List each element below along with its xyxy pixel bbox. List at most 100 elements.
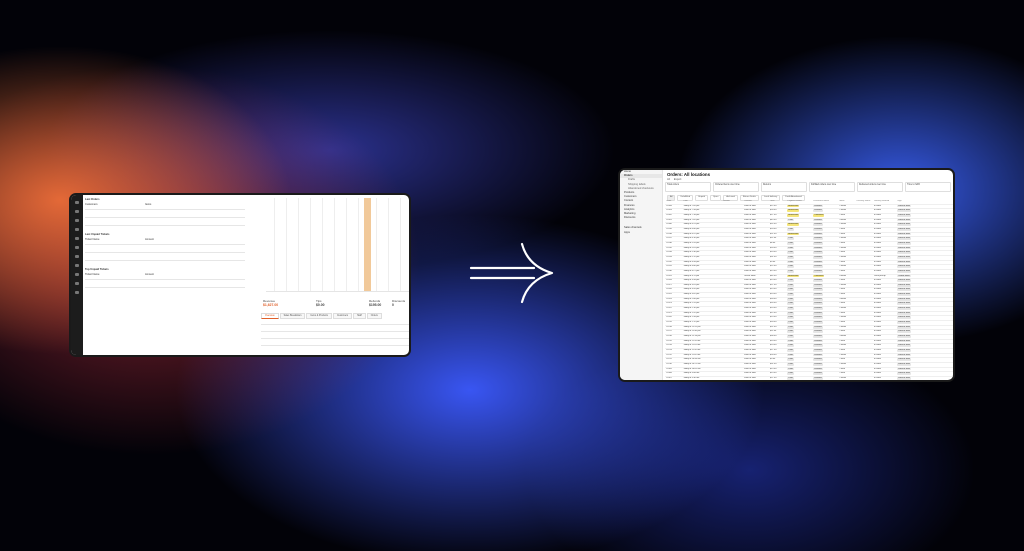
status-badge: Fulfilled [813, 339, 823, 343]
tab-sales-breakdown[interactable]: Sales Breakdown [279, 313, 306, 319]
tab-items-products[interactable]: Items & Products [306, 313, 332, 319]
status-badge: Fulfilled [813, 307, 823, 310]
status-badge: Point of Sale [897, 241, 911, 245]
status-badge: Paid [787, 302, 794, 306]
status-badge: Fulfilled [813, 255, 823, 259]
status-badge: Fulfilled [813, 372, 823, 376]
hourly-chart [266, 198, 409, 292]
status-badge: Paid [787, 362, 794, 366]
status-badge: Fulfilled [813, 260, 823, 264]
metric-refunds: Refunds $195.00 [369, 299, 381, 307]
status-badge: Fulfilled [813, 349, 823, 352]
tab-customers[interactable]: Customers [332, 313, 353, 319]
table-row[interactable]: #1007 Today at 9:30 am Point of Sale $27.00… [665, 376, 953, 380]
status-badge: Paid [787, 246, 794, 250]
divider [85, 279, 245, 280]
status-badge: Fulfilled [813, 297, 823, 301]
status-badge: Fulfilled [813, 241, 823, 245]
status-badge: Fulfilled [813, 367, 823, 371]
nav-icon[interactable] [75, 219, 79, 222]
status-badge: Fulfilled [813, 293, 823, 296]
status-badge: Point of Sale [897, 288, 911, 292]
section-sub: Ticket Name [85, 273, 100, 276]
table-cell: In store [872, 376, 897, 380]
section-sub: Customers [85, 203, 98, 206]
status-badge: Paid [787, 311, 794, 315]
nav-icon[interactable] [75, 246, 79, 249]
table-cell [720, 381, 743, 382]
nav-icon[interactable] [75, 291, 79, 294]
status-badge: Point of Sale [897, 269, 911, 273]
table-cell [855, 376, 873, 380]
highlighted-bar[interactable] [364, 198, 371, 292]
table-cell: Point of Sale [743, 381, 769, 382]
table-cell: Today at 9:12 am [682, 381, 720, 382]
status-badge: Paid [787, 344, 794, 348]
divider [261, 345, 409, 346]
status-badge: Point of Sale [897, 283, 911, 287]
status-badge: Paid [787, 237, 794, 241]
status-badge: Fulfilled [813, 330, 823, 334]
status-badge: Point of Sale [897, 372, 911, 376]
status-badge: Paid [787, 349, 794, 352]
status-badge: Paid [787, 372, 794, 376]
status-badge: Fulfilled [813, 344, 823, 348]
metric-card[interactable]: Ordered items over time [713, 182, 759, 192]
sidebar-item-discounts[interactable]: Discounts [620, 216, 662, 220]
tab-staff[interactable]: Staff [353, 313, 366, 319]
table-cell: $27.00 [769, 376, 787, 380]
table-cell: Paid [786, 376, 813, 380]
table-cell: Point of Sale [896, 381, 954, 382]
nav-icon[interactable] [75, 273, 79, 276]
section-title: Last Orders [85, 198, 100, 201]
metric-discounts: Discounts 0 [392, 299, 405, 307]
divider [261, 338, 409, 339]
tab-orders[interactable]: Orders [366, 313, 382, 319]
metric-card[interactable]: Time to fulfill [905, 182, 951, 192]
tab-export[interactable]: Export [674, 178, 682, 181]
divider [261, 324, 409, 325]
table-cell: In store [873, 381, 896, 382]
status-badge: Point of Sale [897, 297, 911, 301]
table-row[interactable]: #1006Today at 9:12 amPoint of Sale$12.00… [665, 381, 954, 382]
status-badge: Paid [787, 255, 794, 259]
status-badge: Fulfilled [813, 227, 823, 231]
metric-card[interactable]: Returns [761, 182, 807, 192]
status-badge: Paid [787, 251, 794, 255]
status-badge: Fulfilled [813, 353, 823, 357]
section-col: Items [145, 203, 152, 206]
nav-icon[interactable] [75, 264, 79, 267]
orders-table: Order Date Customer Channel Total Payment sta… [665, 200, 954, 382]
status-badge: Paid [787, 325, 794, 329]
status-badge: Fulfilled [813, 283, 823, 287]
status-badge: Point of Sale [897, 246, 911, 250]
sidebar-item-apps[interactable]: Apps [620, 231, 662, 235]
nav-icon[interactable] [75, 255, 79, 258]
nav-icon[interactable] [75, 228, 79, 231]
metric-card[interactable]: Total orders [665, 182, 711, 192]
status-badge: Point of Sale [897, 358, 911, 362]
metric-revenue: Revenue $1,627.00 [263, 299, 278, 307]
status-badge: Point of Sale [897, 213, 911, 217]
metric-value: $1,627.00 [263, 303, 279, 307]
status-badge: Paid [787, 358, 794, 362]
nav-icon[interactable] [75, 201, 79, 204]
divider [85, 209, 245, 210]
status-badge: Point of Sale [897, 307, 911, 310]
nav-icon[interactable] [75, 210, 79, 213]
metric-card[interactable]: Fulfilled orders over time [809, 182, 855, 192]
status-badge: Paid [787, 227, 794, 231]
x-axis [266, 291, 409, 292]
divider [85, 252, 245, 253]
tab-all[interactable]: All [667, 178, 670, 181]
status-badge: Unfulfilled [813, 213, 825, 217]
status-badge: Paid [787, 339, 794, 343]
tab-overview[interactable]: Overview [261, 313, 279, 319]
status-badge: Fulfilled [813, 288, 823, 292]
status-badge: Fulfilled [813, 362, 823, 366]
nav-icon[interactable] [75, 282, 79, 285]
table-cell: 2 items [838, 376, 856, 380]
metric-card[interactable]: Delivered orders over time [857, 182, 903, 192]
left-lists: Last Orders Customers Items Last Unpaid … [85, 197, 249, 297]
nav-icon[interactable] [75, 237, 79, 240]
